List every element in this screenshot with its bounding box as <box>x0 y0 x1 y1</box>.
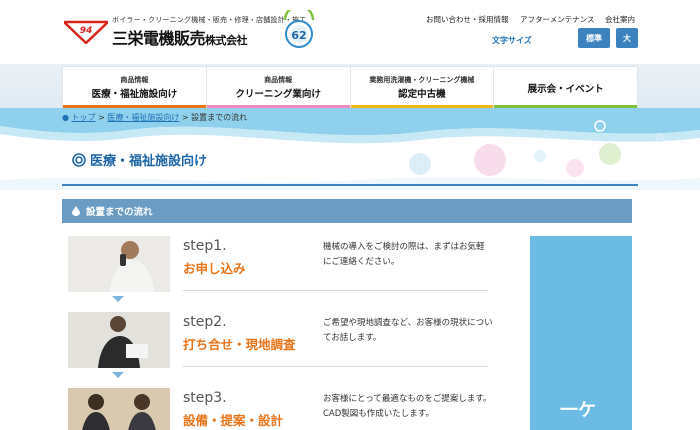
nav-item-events[interactable]: 展示会・イベント <box>494 67 637 108</box>
step-1: step1. お申し込み 機械の導入をご検討の際は、まずはお気軽にご連絡ください… <box>68 236 488 296</box>
step-divider <box>183 290 488 291</box>
page-title: 医療・福祉施設向け <box>72 150 207 169</box>
section-heading-text: 設置までの流れ <box>86 207 153 218</box>
step-number: step2. <box>183 314 227 330</box>
step-title: 打ち合せ・現地調査 <box>183 337 296 352</box>
step-arrow-icon <box>112 296 124 302</box>
nav-item-label: 医療・福祉施設向け <box>91 88 178 100</box>
font-size-large-button[interactable]: 大 <box>616 28 638 48</box>
step-number: step1. <box>183 238 227 254</box>
breadcrumb-current: 設置までの流れ <box>191 113 248 122</box>
nav-contact-link[interactable]: お問い合わせ・採用情報 <box>426 14 509 25</box>
step-description: 機械の導入をご検討の際は、まずはお気軽にご連絡ください。 <box>323 242 485 267</box>
nav-item-used[interactable]: 業務用洗濯機・クリーニング機械 認定中古機 <box>350 67 495 108</box>
step-description: ご希望や現地調査など、お客様の現状についてお話します。 <box>323 318 493 343</box>
company-main: 三栄電機販売 <box>112 29 206 48</box>
nav-item-label: 認定中古機 <box>398 88 446 100</box>
step-number: step3. <box>183 390 227 406</box>
breadcrumb-separator: > <box>181 113 189 122</box>
drop-icon <box>72 206 80 216</box>
company-logo-icon[interactable]: 94 <box>64 20 108 44</box>
step-title: お申し込み <box>183 261 246 276</box>
step-2-photo <box>68 312 170 368</box>
company-name[interactable]: 三栄電機販売株式会社 <box>112 25 248 49</box>
step-1-photo <box>68 236 170 292</box>
main-nav: 商品情報 医療・福祉施設向け 商品情報 クリーニング業向け 業務用洗濯機・クリー… <box>62 66 638 108</box>
company-suffix: 株式会社 <box>205 34 248 47</box>
nav-item-sub: 業務用洗濯機・クリーニング機械 <box>369 75 475 84</box>
section-heading: 設置までの流れ <box>62 199 632 223</box>
nav-item-cleaning[interactable]: 商品情報 クリーニング業向け <box>206 67 351 108</box>
logo-text: 94 <box>80 26 93 36</box>
sidebar-banner-text: 一ケ <box>560 400 596 421</box>
breadcrumb-separator: > <box>98 113 105 122</box>
font-size-label: 文字サイズ <box>492 36 532 45</box>
font-size-standard-button[interactable]: 標準 <box>578 28 610 48</box>
nav-item-label: 展示会・イベント <box>527 83 604 95</box>
spiral-icon <box>72 152 86 167</box>
step-arrow-icon <box>112 372 124 378</box>
step-2: step2. 打ち合せ・現地調査 ご希望や現地調査など、お客様の現状についてお話… <box>68 312 493 372</box>
tagline: ボイラー・クリーニング機械・販売・修理・店舗設計・施工 <box>112 16 307 24</box>
step-description: お客様にとって最適なものをご提案します。CAD製図も作成いたします。 <box>323 394 492 419</box>
breadcrumb: ● トップ > 医療・福祉施設向け > 設置までの流れ <box>62 112 247 123</box>
nav-item-label: クリーニング業向け <box>235 88 321 100</box>
nav-item-medical[interactable]: 商品情報 医療・福祉施設向け <box>63 67 207 108</box>
page-title-text: 医療・福祉施設向け <box>90 154 208 169</box>
step-3: step3. 設備・提案・設計 お客様にとって最適なものをご提案します。CAD製… <box>68 388 491 430</box>
step-title: 設備・提案・設計 <box>183 413 284 428</box>
step-divider <box>183 366 488 367</box>
breadcrumb-top-link[interactable]: トップ <box>72 113 96 122</box>
anniversary-badge-icon: 62 <box>283 10 315 48</box>
site-header: 94 ボイラー・クリーニング機械・販売・修理・店舗設計・施工 三栄電機販売株式会… <box>0 0 700 64</box>
step-3-photo <box>68 388 170 430</box>
anniversary-number: 62 <box>291 29 306 42</box>
drop-icon: ● <box>62 113 69 122</box>
nav-company-link[interactable]: 会社案内 <box>605 14 635 25</box>
nav-item-sub: 商品情報 <box>264 75 293 84</box>
nav-maintenance-link[interactable]: アフターメンテナンス <box>520 14 595 25</box>
nav-item-sub: 商品情報 <box>120 75 149 84</box>
title-underline <box>62 184 638 186</box>
breadcrumb-medical-link[interactable]: 医療・福祉施設向け <box>107 113 179 122</box>
